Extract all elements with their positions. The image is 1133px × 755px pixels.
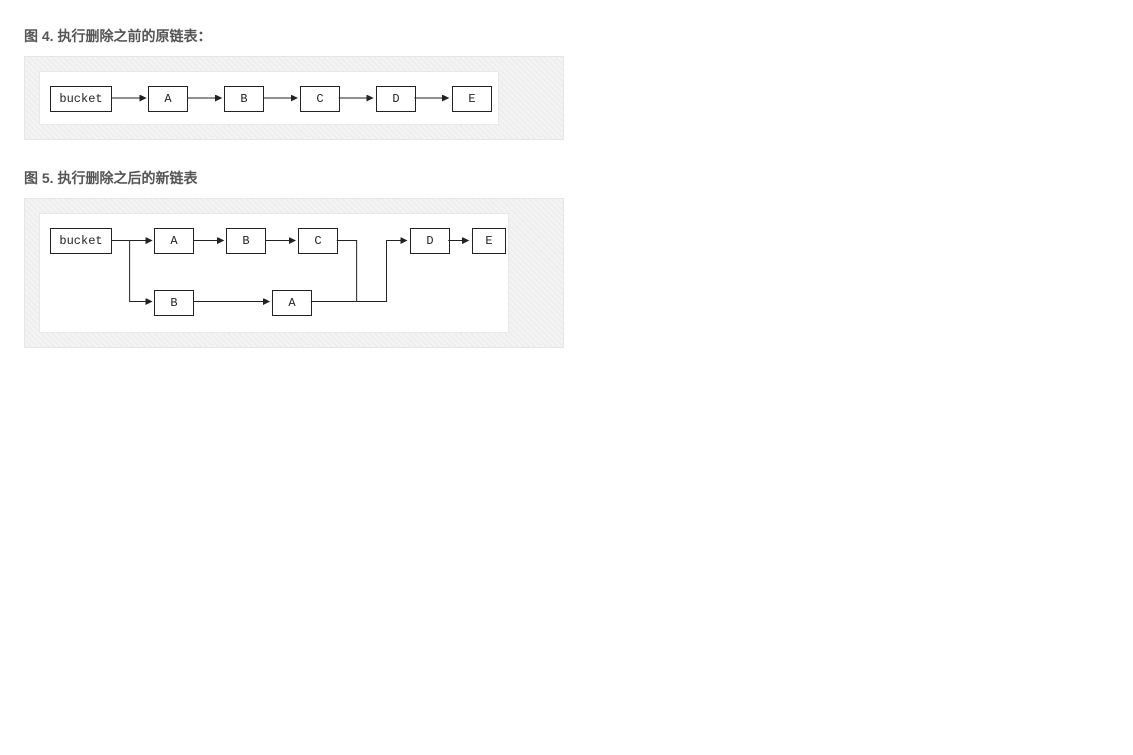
figure-5-arrows bbox=[40, 214, 508, 332]
page: 图 4. 执行删除之前的原链表： bucket A B C D E bbox=[0, 0, 1133, 368]
figure-4-canvas: bucket A B C D E bbox=[39, 71, 499, 125]
figure-4-title: 图 4. 执行删除之前的原链表： bbox=[24, 26, 1109, 46]
figure-4-panel: bucket A B C D E bbox=[24, 56, 564, 140]
figure-5-canvas: bucket A B C D E B A bbox=[39, 213, 509, 333]
figure-5-title: 图 5. 执行删除之后的新链表 bbox=[24, 168, 1109, 188]
figure-5-panel: bucket A B C D E B A bbox=[24, 198, 564, 348]
figure-4-arrows bbox=[40, 72, 498, 124]
